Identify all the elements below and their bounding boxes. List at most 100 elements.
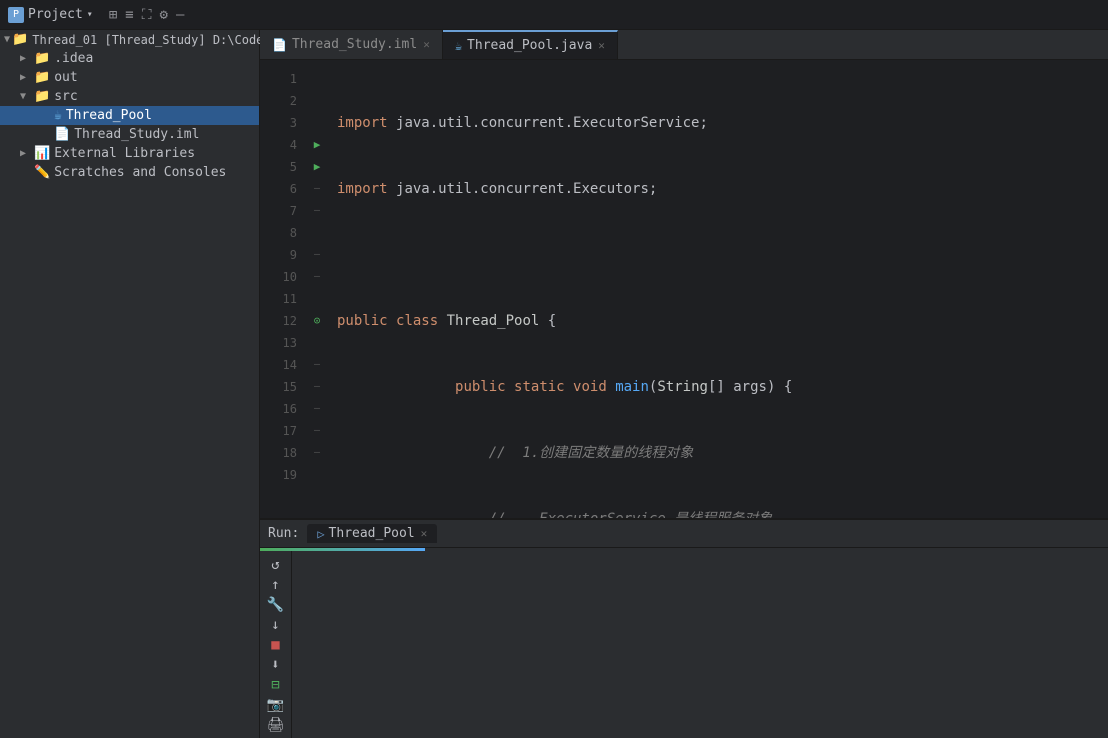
print-button[interactable]: 🖨 [265,717,287,733]
project-icon: P [8,7,24,23]
gutter-3 [305,112,329,134]
fold-18[interactable]: – [305,442,329,464]
stop-button[interactable]: ■ [265,637,287,653]
line-num-16: 16 [272,398,297,420]
screenshot-button[interactable]: 📷 [265,697,287,713]
tree-item-scratches[interactable]: ✏️ Scratches and Consoles [0,163,259,182]
run-arrow-5[interactable]: ▶ [305,156,329,178]
java-file-icon: ☕ [54,108,62,123]
run-tab-label: Thread_Pool [329,526,415,541]
run-output[interactable] [292,551,1108,738]
scratch-icon: ✏️ [34,165,50,180]
project-label: Project [28,7,83,22]
line-num-15: 15 [272,376,297,398]
tree-label: Thread_Pool [66,108,152,123]
gutter-19 [305,464,329,486]
tree-item-thread-pool[interactable]: ☕ Thread_Pool [0,106,259,125]
tab-iml-icon: 📄 [272,38,287,52]
fold-15[interactable]: – [305,376,329,398]
punc-bracket: [] [708,376,725,398]
folder-icon: 📁 [12,32,28,47]
line-num-14: 14 [272,354,297,376]
fold-16[interactable]: – [305,398,329,420]
tree-label: External Libraries [54,146,195,161]
settings-run-button[interactable]: 🔧 [265,597,287,613]
code-line-3 [329,244,1108,266]
tree-item-thread01[interactable]: ▼ 📁 Thread_01 [Thread_Study] D:\Code\ [0,30,259,49]
tree-item-src[interactable]: ▼ 📁 src [0,87,259,106]
tree-item-thread-study-iml[interactable]: 📄 Thread_Study.iml [0,125,259,144]
fold-10[interactable]: – [305,266,329,288]
scroll-down-button[interactable]: ↓ [265,617,287,633]
type-string: String [657,376,708,398]
line-num-7: 7 [272,200,297,222]
line-num-19: 19 [272,464,297,486]
minimize-icon[interactable]: — [176,7,184,23]
tree-item-out[interactable]: ▶ 📁 out [0,68,259,87]
punc-5b: ) [767,376,775,398]
param-args: args [733,376,767,398]
run-tab-close[interactable]: ✕ [421,527,428,540]
editor-area: 📄 Thread_Study.iml ✕ ☕ Thread_Pool.java … [260,30,1108,738]
gutter-2 [305,90,329,112]
kw-import-1: import [337,112,388,134]
line-num-8: 8 [272,222,297,244]
code-line-5: public static void main(String[] args) { [329,376,1108,398]
fold-17[interactable]: – [305,420,329,442]
rerun-button[interactable]: ↺ [265,557,287,573]
tab-iml-close[interactable]: ✕ [423,38,430,51]
list-icon[interactable]: ≡ [125,7,133,23]
kw-public-4: public [337,310,388,332]
tree-label: Thread_01 [Thread_Study] D:\Code\ [32,33,270,47]
line-num-11: 11 [272,288,297,310]
tab-java-close[interactable]: ✕ [598,39,605,52]
tree-item-idea[interactable]: ▶ 📁 .idea [0,49,259,68]
tree-arrow: ▼ [4,34,10,45]
gutter-1 [305,68,329,90]
line-num-5: 5 [272,156,297,178]
kw-public-5: public [455,376,506,398]
code-line-6: // 1.创建固定数量的线程对象 [329,442,1108,464]
tree-item-external-libs[interactable]: ▶ 📊 External Libraries [0,144,259,163]
fold-7[interactable]: – [305,200,329,222]
fold-9[interactable]: – [305,244,329,266]
lib-icon: 📊 [34,146,50,161]
scroll-up-button[interactable]: ↑ [265,577,287,593]
code-line-2: import java.util.concurrent.Executors; [329,178,1108,200]
run-toolbar: ↺ ↑ 🔧 ↓ ■ ⬇ ⊟ 📷 🖨 ↑ 🗑 [260,551,292,738]
tab-thread-pool-java[interactable]: ☕ Thread_Pool.java ✕ [443,30,618,59]
line-num-17: 17 [272,420,297,442]
line-num-6: 6 [272,178,297,200]
layout-icon[interactable]: ⊞ [109,7,117,23]
line-num-2: 2 [272,90,297,112]
run-tab[interactable]: ▷ Thread_Pool ✕ [307,524,437,543]
fold-14[interactable]: – [305,354,329,376]
tree-label: .idea [54,51,93,66]
gutter-11 [305,288,329,310]
settings-icon[interactable]: ⚙ [160,7,168,23]
method-main: main [615,376,649,398]
tree-arrow: ▼ [20,91,32,102]
run-tab-icon: ▷ [317,527,324,541]
line-num-9: 9 [272,244,297,266]
fold-6[interactable]: – [305,178,329,200]
punc-5: ( [649,376,657,398]
expand-icon[interactable]: ⛶ [142,7,152,23]
title-bar: P Project ▾ ⊞ ≡ ⛶ ⚙ — [0,0,1108,30]
run-panel-header: Run: ▷ Thread_Pool ✕ [260,520,1108,548]
scroll-end-button[interactable]: ⬇ [265,657,287,673]
kw-class-4: class [396,310,438,332]
run-green-button[interactable]: ⊟ [265,677,287,693]
brace-5: { [784,376,792,398]
gutter-8 [305,222,329,244]
idea-folder-icon: 📁 [34,51,50,66]
project-dropdown-arrow[interactable]: ▾ [87,9,93,20]
src-folder-icon: 📁 [34,89,50,104]
tree-arrow: ▶ [20,53,32,64]
classname-4: Thread_Pool [447,310,540,332]
kw-void-5: void [573,376,607,398]
run-body: ↺ ↑ 🔧 ↓ ■ ⬇ ⊟ 📷 🖨 ↑ 🗑 [260,551,1108,738]
iml-file-icon: 📄 [54,127,70,142]
run-arrow-4[interactable]: ▶ [305,134,329,156]
tab-thread-study-iml[interactable]: 📄 Thread_Study.iml ✕ [260,30,443,59]
